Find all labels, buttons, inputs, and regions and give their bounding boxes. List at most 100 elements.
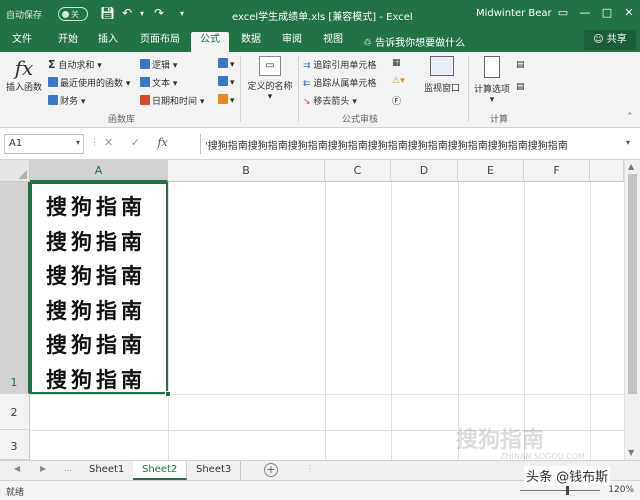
next-sheet-icon[interactable]: ▶	[40, 464, 46, 473]
remove-arrows-button[interactable]: ↘ 移去箭头 ▾	[303, 94, 357, 107]
evaluate-formula-icon[interactable]: Ⓕ	[392, 94, 401, 107]
column-header-b[interactable]: B	[168, 160, 325, 182]
formula-bar: A1 ▾ ⋮ ✕ ✓ fx '搜狗指南搜狗指南搜狗指南搜狗指南搜狗指南搜狗指南搜…	[0, 128, 640, 160]
recent-functions-button[interactable]: 最近使用的函数 ▾	[48, 76, 130, 89]
financial-button[interactable]: 财务 ▾	[48, 94, 85, 107]
window-title: excel学生成绩单.xls [兼容模式] - Excel	[232, 12, 413, 23]
select-all-corner[interactable]	[0, 160, 30, 182]
lookup-button[interactable]: ▾	[218, 58, 235, 70]
dropdown-icon: ▾	[230, 60, 235, 70]
gridline	[325, 182, 326, 460]
worksheet-grid[interactable]: A B C D E F 1 2 3 搜狗指南 搜狗指南 搜狗指南 搜狗指南 搜狗…	[0, 160, 624, 460]
text-button[interactable]: 文本 ▾	[140, 76, 177, 89]
datetime-label: 日期和时间	[152, 97, 198, 107]
fill-handle[interactable]	[165, 391, 171, 397]
prev-sheet-icon[interactable]: ◀	[14, 464, 20, 473]
tell-me-search[interactable]: ♲︎ 告诉我你想要做什么	[363, 34, 465, 49]
trace-dependents-button[interactable]: ⇇ 追踪从属单元格	[303, 76, 376, 89]
trace-dependents-icon: ⇇	[303, 79, 311, 89]
tab-view[interactable]: 视图	[323, 32, 343, 52]
expand-formula-icon[interactable]: ▾	[626, 138, 630, 147]
calc-options-button[interactable]: 计算选项 ▾	[470, 56, 514, 105]
calculator-icon	[484, 56, 500, 78]
person-icon: ☺	[593, 34, 607, 45]
ribbon-display-icon[interactable]: ▭	[556, 6, 570, 20]
column-header-e[interactable]: E	[458, 160, 524, 182]
watch-window-button[interactable]: 监视窗口	[418, 56, 466, 94]
tab-data[interactable]: 数据	[241, 32, 261, 52]
zoom-slider-knob[interactable]	[566, 486, 569, 495]
math-button[interactable]: ▾	[218, 76, 235, 88]
minimize-icon[interactable]: —	[578, 6, 592, 20]
zoom-slider[interactable]	[520, 490, 600, 491]
enter-icon[interactable]: ✓	[131, 136, 140, 149]
cell-text-line: 搜狗指南	[46, 297, 146, 323]
collapse-ribbon-icon[interactable]: ⌃	[626, 112, 634, 122]
more-functions-button[interactable]: ▾	[218, 94, 235, 106]
autosum-button[interactable]: Σ 自动求和 ▾	[48, 58, 102, 71]
calculate-now-icon[interactable]: ▤	[516, 60, 525, 70]
tab-formulas[interactable]: 公式	[191, 32, 229, 52]
scroll-up-icon[interactable]: ▲	[628, 162, 634, 171]
zoom-level[interactable]: 120%	[608, 485, 634, 495]
error-checking-icon[interactable]: ⚠︎▾	[392, 76, 405, 86]
autosave-state: 关	[71, 10, 79, 19]
calculate-sheet-icon[interactable]: ▤	[516, 82, 525, 92]
share-button[interactable]: ☺ 共享	[584, 30, 636, 50]
row-header-1[interactable]: 1	[0, 182, 30, 394]
trace-precedents-button[interactable]: ⇉ 追踪引用单元格	[303, 58, 376, 71]
column-header-d[interactable]: D	[391, 160, 458, 182]
credit-watermark: 头条 @钱布斯	[524, 466, 611, 485]
tab-home[interactable]: 开始	[58, 32, 78, 52]
more-sheets-icon[interactable]: …	[64, 464, 72, 473]
toggle-knob	[62, 11, 69, 18]
define-name-button[interactable]: ▭ 定义的名称 ▾	[244, 56, 296, 102]
add-sheet-icon[interactable]: +	[264, 463, 278, 477]
redo-icon[interactable]: ↷	[154, 6, 164, 20]
user-name[interactable]: Midwinter Bear	[476, 8, 552, 19]
trace-precedents-icon: ⇉	[303, 61, 311, 71]
tab-file[interactable]: 文件	[12, 32, 32, 52]
undo-dropdown-icon[interactable]: ▾	[140, 9, 144, 18]
autosave-toggle[interactable]: 关	[58, 7, 88, 21]
sheet-tab-sheet2[interactable]: Sheet2	[133, 461, 188, 480]
dropdown-icon: ▾	[489, 95, 495, 105]
maximize-icon[interactable]: □	[600, 6, 614, 20]
scroll-down-icon[interactable]: ▼	[628, 448, 634, 457]
column-header-a[interactable]: A	[30, 160, 168, 182]
formula-input[interactable]: '搜狗指南搜狗指南搜狗指南搜狗指南搜狗指南搜狗指南搜狗指南搜狗指南搜狗指南	[200, 134, 620, 154]
save-icon[interactable]: 💾︎	[100, 6, 115, 20]
dropdown-icon: ▾	[267, 92, 273, 102]
tab-review[interactable]: 审阅	[282, 32, 302, 52]
fx-icon[interactable]: fx	[157, 136, 167, 149]
logical-button[interactable]: 逻辑 ▾	[140, 58, 177, 71]
vertical-scrollbar[interactable]: ▲ ▼	[624, 160, 640, 460]
tab-insert[interactable]: 插入	[98, 32, 118, 52]
column-header-c[interactable]: C	[325, 160, 391, 182]
undo-icon[interactable]: ↶	[122, 6, 132, 20]
cell-text-line: 搜狗指南	[46, 228, 146, 254]
tab-split-handle[interactable]: ⋮	[306, 464, 314, 473]
sheet-tab-sheet3[interactable]: Sheet3	[187, 461, 242, 480]
scrollbar-thumb[interactable]	[628, 174, 637, 394]
group-label-function-library: 函数库	[108, 115, 136, 125]
logical-icon	[140, 59, 150, 69]
row-header-2[interactable]: 2	[0, 394, 30, 430]
tab-page-layout[interactable]: 页面布局	[140, 32, 180, 52]
customize-quick-access-icon[interactable]: ▾	[180, 9, 184, 18]
status-ready: 就绪	[6, 488, 25, 498]
row-header-3[interactable]: 3	[0, 430, 30, 460]
column-header-g[interactable]	[590, 160, 624, 182]
cancel-icon[interactable]: ✕	[104, 136, 113, 149]
dropdown-icon: ▾	[80, 97, 86, 107]
show-formulas-icon[interactable]: ▦	[392, 58, 401, 68]
recent-label: 最近使用的函数	[60, 79, 124, 89]
insert-function-button[interactable]: fx 插入函数	[4, 56, 44, 93]
column-header-f[interactable]: F	[524, 160, 590, 182]
close-icon[interactable]: ✕	[622, 6, 636, 20]
name-box-value: A1	[9, 138, 23, 149]
name-box[interactable]: A1 ▾	[4, 134, 84, 154]
cell-a1[interactable]: 搜狗指南 搜狗指南 搜狗指南 搜狗指南 搜狗指南 搜狗指南	[30, 182, 168, 394]
sheet-tab-sheet1[interactable]: Sheet1	[80, 461, 135, 480]
datetime-button[interactable]: 日期和时间 ▾	[140, 94, 204, 107]
